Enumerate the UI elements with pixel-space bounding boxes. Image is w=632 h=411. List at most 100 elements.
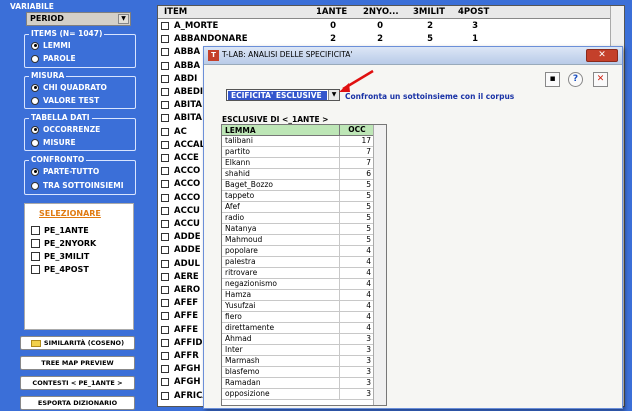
- radio-lemmi[interactable]: LEMMI: [31, 41, 71, 50]
- close-icon[interactable]: ✕: [593, 72, 608, 87]
- table-row[interactable]: Yusufzai 4: [222, 301, 374, 312]
- radio-occorrenze[interactable]: OCCORRENZE: [31, 125, 100, 134]
- check-label: PE_2NYORK: [44, 239, 97, 248]
- row-checkbox[interactable]: [161, 312, 169, 321]
- table-row[interactable]: partito 7: [222, 147, 374, 158]
- row-checkbox[interactable]: [161, 220, 169, 228]
- row-checkbox[interactable]: [161, 22, 169, 30]
- table-row[interactable]: tappeto 5: [222, 191, 374, 202]
- table-row[interactable]: fiero 4: [222, 312, 374, 323]
- row-checkbox[interactable]: [161, 286, 169, 294]
- radio-misure[interactable]: MISURE: [31, 138, 76, 147]
- row-checkbox[interactable]: [161, 378, 169, 387]
- table-row[interactable]: blasfemo 3: [222, 367, 374, 378]
- table-row[interactable]: Ahmad 3: [222, 334, 374, 345]
- table-row[interactable]: ritrovare 4: [222, 268, 374, 279]
- table-row[interactable]: palestra 4: [222, 257, 374, 268]
- help-icon[interactable]: ?: [568, 72, 583, 87]
- row-checkbox[interactable]: [161, 259, 169, 268]
- table-row[interactable]: Hamza 4: [222, 290, 374, 301]
- table-row[interactable]: Afef 5: [222, 202, 374, 213]
- radio-parte-tutto[interactable]: PARTE-TUTTO: [31, 167, 99, 176]
- row-checkbox[interactable]: [161, 154, 169, 162]
- col-3milit[interactable]: 3MILIT: [413, 7, 445, 17]
- row-checkbox[interactable]: [161, 127, 169, 136]
- table-row[interactable]: Baget_Bozzo 5: [222, 180, 374, 191]
- row-checkbox[interactable]: [161, 88, 169, 96]
- check-pe-3milit[interactable]: PE_3MILIT: [31, 252, 89, 261]
- table-row[interactable]: Elkann 7: [222, 158, 374, 169]
- row-checkbox[interactable]: [161, 114, 169, 123]
- radio-valore-test[interactable]: VALORE TEST: [31, 96, 99, 105]
- row-checkbox[interactable]: [161, 193, 169, 202]
- row-checkbox[interactable]: [161, 233, 169, 242]
- row-checkbox[interactable]: [161, 272, 169, 281]
- analysis-type-select[interactable]: ECIFICITA' ESCLUSIVE ▼: [226, 89, 340, 101]
- radio-label: PAROLE: [43, 54, 76, 63]
- esporta-dizionario-button[interactable]: ESPORTA DIZIONARIO: [20, 396, 135, 410]
- table-row[interactable]: Natanya 5: [222, 224, 374, 235]
- lemma-cell: talibani: [225, 136, 253, 145]
- tree-map-button[interactable]: TREE MAP PREVIEW: [20, 356, 135, 370]
- table-row[interactable]: radio 5: [222, 213, 374, 224]
- row-checkbox[interactable]: [161, 180, 169, 189]
- col-2nyo[interactable]: 2NYO...: [363, 7, 399, 17]
- table-row[interactable]: talibani 17: [222, 136, 374, 147]
- chevron-down-icon: ▼: [118, 14, 129, 24]
- table-row[interactable]: A_MORTE 0 0 2 3: [158, 21, 610, 33]
- check-pe-1ante[interactable]: PE_1ANTE: [31, 226, 89, 235]
- row-checkbox[interactable]: [161, 140, 169, 149]
- table-row[interactable]: popolare 4: [222, 246, 374, 257]
- variabile-select[interactable]: PERIOD ▼: [26, 12, 131, 26]
- row-item: ABBA: [174, 47, 201, 58]
- occ-cell: 6: [339, 169, 374, 179]
- table-row[interactable]: Marmash 3: [222, 356, 374, 367]
- row-checkbox[interactable]: [161, 391, 169, 400]
- table-row[interactable]: Mahmoud 5: [222, 235, 374, 246]
- row-checkbox[interactable]: [161, 101, 169, 110]
- occ-cell: 4: [339, 323, 374, 333]
- radio-tra-sottoinsiemi[interactable]: TRA SOTTOINSIEMI: [31, 181, 124, 190]
- col-1ante[interactable]: 1ANTE: [316, 7, 347, 17]
- table-row[interactable]: negazionismo 4: [222, 279, 374, 290]
- contesti-button[interactable]: CONTESTI < PE_1ANTE >: [20, 376, 135, 390]
- radio-parole[interactable]: PAROLE: [31, 54, 76, 63]
- table-row[interactable]: Ramadan 3: [222, 378, 374, 389]
- row-item: AFFE: [174, 324, 198, 335]
- row-checkbox[interactable]: [161, 338, 169, 347]
- row-checkbox[interactable]: [161, 74, 169, 83]
- row-checkbox[interactable]: [161, 167, 169, 176]
- row-value: 1: [472, 34, 478, 45]
- row-checkbox[interactable]: [161, 365, 169, 374]
- row-checkbox[interactable]: [161, 325, 169, 334]
- lemma-cell: Ahmad: [225, 334, 252, 343]
- lemma-table[interactable]: LEMMA OCC talibani 17 partito 7 Elkann 7 shahi…: [221, 124, 387, 406]
- table-row[interactable]: Inter 3: [222, 345, 374, 356]
- col-lemma[interactable]: LEMMA: [225, 126, 256, 135]
- row-checkbox[interactable]: [161, 246, 169, 255]
- table-row[interactable]: shahid 6: [222, 169, 374, 180]
- table-row[interactable]: direttamente 4: [222, 323, 374, 334]
- close-button[interactable]: ✕: [586, 49, 618, 62]
- occ-cell: 17: [339, 136, 374, 146]
- row-checkbox[interactable]: [161, 35, 169, 44]
- items-title: ITEMS (N= 1047): [29, 29, 105, 38]
- col-occ[interactable]: OCC: [339, 125, 374, 135]
- radio-chi-quadrato[interactable]: CHI QUADRATO: [31, 83, 107, 92]
- lemma-table-scrollbar[interactable]: [373, 125, 386, 405]
- check-pe-2nyork[interactable]: PE_2NYORK: [31, 239, 96, 248]
- col-item[interactable]: ITEM: [164, 7, 187, 17]
- similarita-button[interactable]: SIMILARITÀ (COSENO): [20, 336, 135, 350]
- row-checkbox[interactable]: [161, 206, 169, 215]
- lemma-cell: Yusufzai: [225, 301, 256, 310]
- check-pe-4post[interactable]: PE_4POST: [31, 265, 89, 274]
- dialog-titlebar[interactable]: T T-LAB: ANALISI DELLE SPECIFICITA' ✕: [204, 47, 622, 65]
- col-4post[interactable]: 4POST: [458, 7, 489, 17]
- table-row[interactable]: ABBANDONARE 2 2 5 1: [158, 34, 610, 46]
- row-checkbox[interactable]: [161, 352, 169, 360]
- row-checkbox[interactable]: [161, 61, 169, 70]
- save-icon[interactable]: ▪: [545, 72, 560, 87]
- table-row[interactable]: opposizione 3: [222, 389, 374, 400]
- row-checkbox[interactable]: [161, 48, 169, 57]
- row-checkbox[interactable]: [161, 299, 169, 308]
